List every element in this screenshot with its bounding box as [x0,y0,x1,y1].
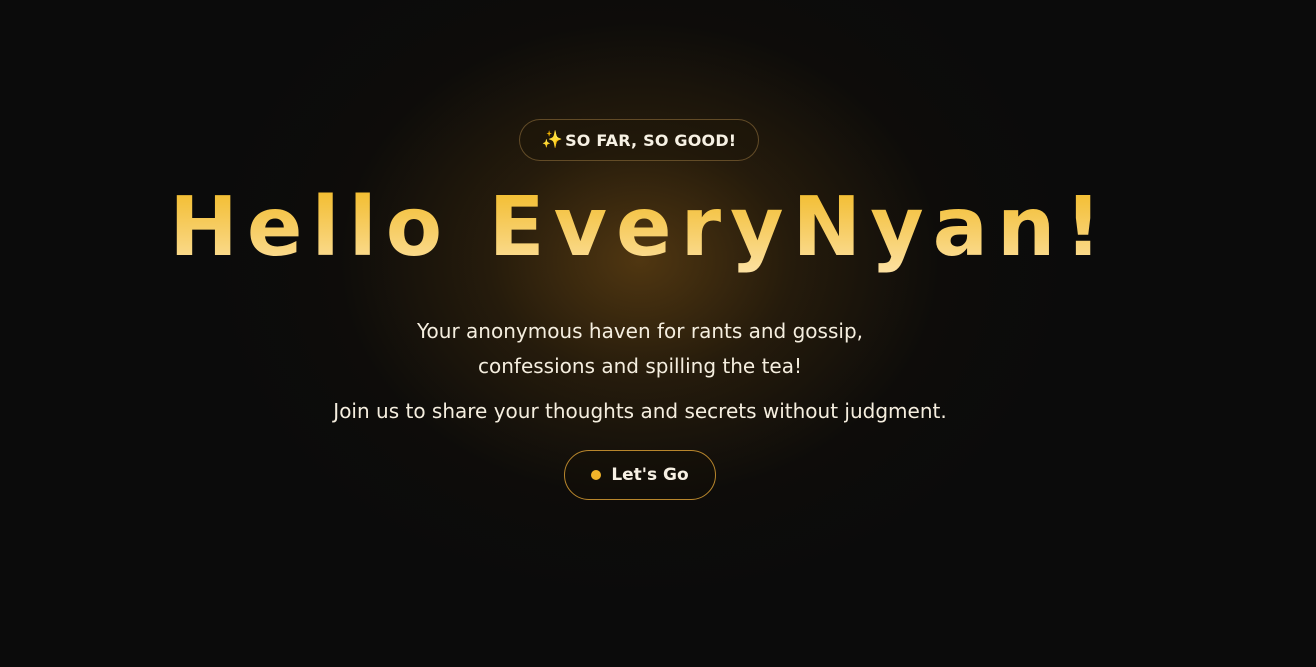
dot-icon [591,470,602,480]
page-title: Hello EveryNyan! [0,178,1280,278]
tagline-line-1: Your anonymous haven for rants and gossi… [416,319,863,343]
status-badge: ✨ SO FAR, SO GOOD! [519,119,759,161]
lets-go-button-label: Let's Go [611,465,689,485]
tagline-line-2: confessions and spilling the tea! [478,354,802,378]
lets-go-button[interactable]: Let's Go [564,450,716,500]
tagline: Your anonymous haven for rants and gossi… [0,314,1280,384]
subline: Join us to share your thoughts and secre… [333,399,947,423]
sparkles-icon: ✨ [541,129,564,150]
badge-label: SO FAR, SO GOOD! [565,130,737,150]
landing-hero: ✨ SO FAR, SO GOOD! Hello EveryNyan! Your… [0,0,1316,667]
